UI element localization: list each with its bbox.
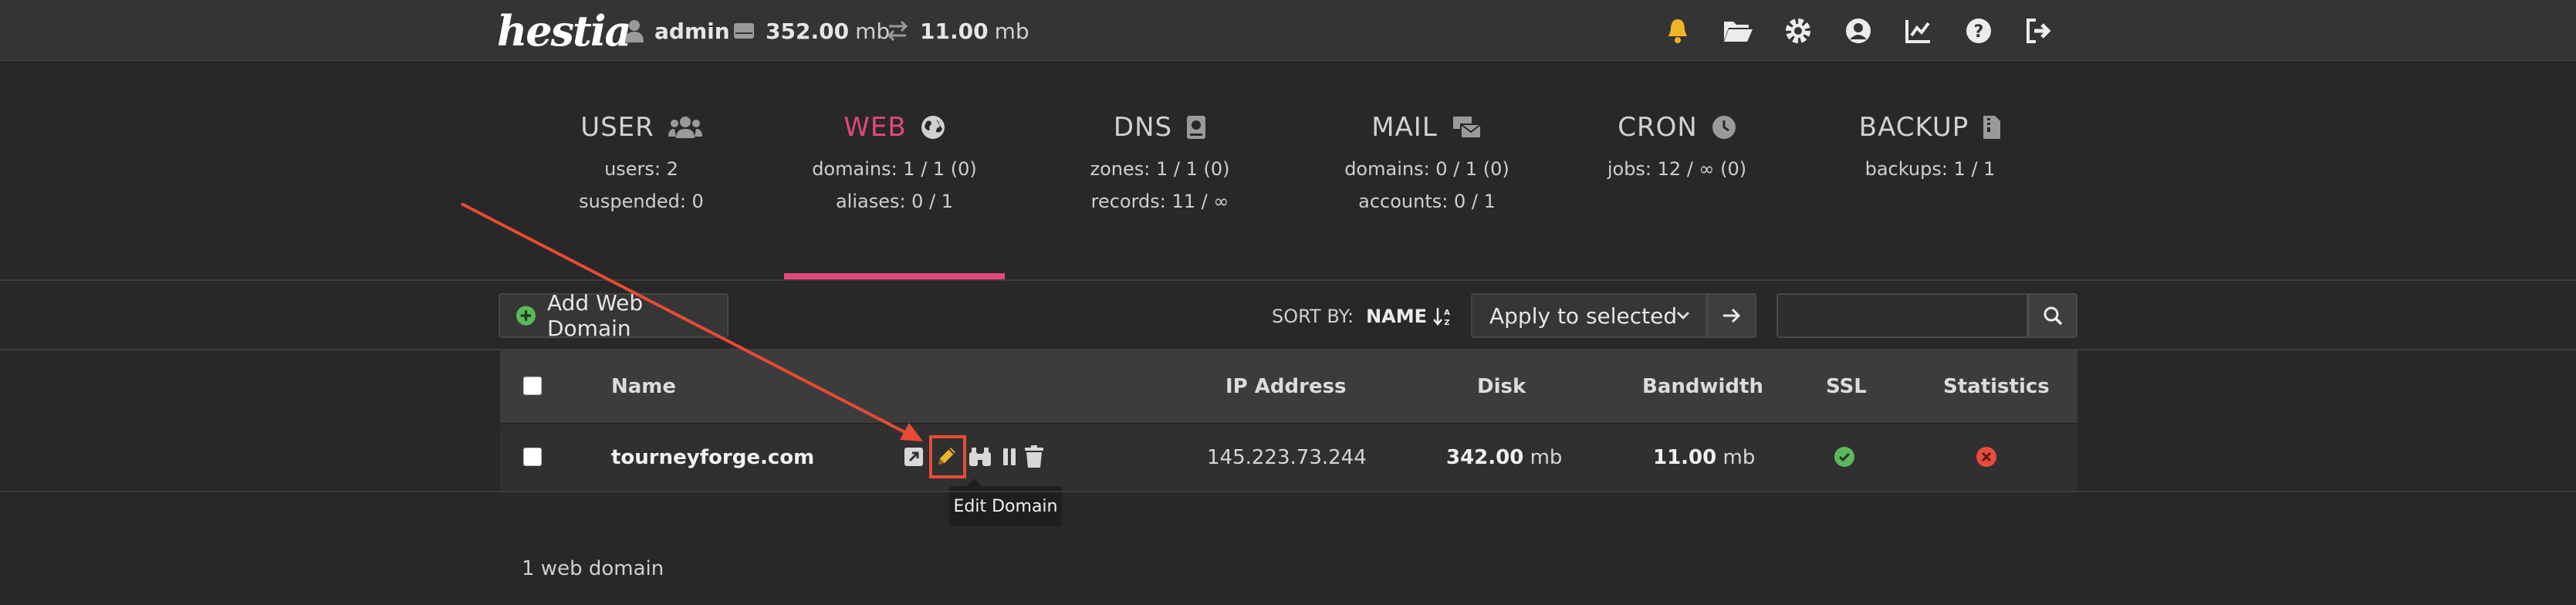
- sort-by-label: SORT BY:: [1272, 306, 1354, 327]
- folder-icon[interactable]: [1721, 14, 1755, 48]
- select-all-checkbox[interactable]: [523, 377, 542, 395]
- bandwidth-usage-unit: mb: [1722, 446, 1756, 469]
- tab-backup[interactable]: BACKUP backups: 1 / 1: [1818, 108, 2042, 181]
- column-ip-address[interactable]: IP Address: [1225, 375, 1347, 398]
- ip-address: 145.223.73.244: [1207, 446, 1367, 469]
- globe-icon: [921, 116, 945, 139]
- tab-dns-line-1: zones: 1 / 1 (0): [1090, 158, 1230, 180]
- user-stat[interactable]: admin: [625, 15, 736, 46]
- binoculars-icon[interactable]: [966, 441, 994, 472]
- mail-bulk-icon: [1452, 117, 1482, 139]
- statistics-disabled-icon: [1973, 441, 2000, 472]
- tab-mail[interactable]: MAIL domains: 0 / 1 (0) accounts: 0 / 1: [1315, 108, 1539, 213]
- bandwidth-stat: 11.00 mb: [886, 15, 1029, 46]
- tab-user-line-1: users: 2: [604, 158, 678, 180]
- sort-by[interactable]: SORT BY: NAME AZ: [1272, 302, 1452, 330]
- highlight-box: [929, 435, 966, 478]
- column-disk[interactable]: Disk: [1477, 375, 1526, 398]
- chevron-down-icon: [1676, 311, 1690, 320]
- bandwidth-usage-value: 11.00: [1653, 446, 1717, 469]
- tab-cron[interactable]: CRON jobs: 12 / ∞ (0): [1565, 108, 1789, 181]
- tab-web[interactable]: WEB domains: 1 / 1 (0) aliases: 0 / 1: [783, 108, 1006, 213]
- pause-icon[interactable]: [996, 441, 1023, 472]
- svg-text:Z: Z: [1444, 319, 1449, 326]
- divider: [0, 491, 2576, 492]
- tab-mail-line-1: domains: 0 / 1 (0): [1344, 158, 1509, 180]
- bulk-action-select[interactable]: Apply to selected: [1471, 293, 1707, 338]
- top-icons: ?: [1661, 14, 2082, 48]
- tab-dns-title: DNS: [1113, 112, 1173, 143]
- visit-site-icon[interactable]: [900, 441, 928, 472]
- apply-button[interactable]: [1707, 293, 1756, 338]
- tab-backup-line-1: backups: 1 / 1: [1864, 158, 1996, 180]
- table-row: tourneyforge.com 145.223.73.244 342.00 m…: [500, 423, 2077, 491]
- bell-icon[interactable]: [1661, 14, 1695, 48]
- table-header: Name IP Address Disk Bandwidth SSL Stati…: [500, 350, 2077, 423]
- tab-dns[interactable]: DNS zones: 1 / 1 (0) records: 11 / ∞: [1048, 108, 1272, 213]
- search-input[interactable]: [1776, 293, 2028, 338]
- clock-icon: [1712, 116, 1736, 139]
- user-icon: [625, 20, 644, 42]
- domain-count: 1 web domain: [522, 557, 664, 580]
- row-checkbox[interactable]: [523, 448, 542, 466]
- tab-web-title: WEB: [843, 112, 907, 143]
- svg-text:A: A: [1444, 309, 1450, 317]
- sort-field: NAME: [1366, 306, 1427, 327]
- hdd-icon: [734, 23, 754, 39]
- tab-web-line-1: domains: 1 / 1 (0): [812, 158, 977, 180]
- trash-icon[interactable]: [1020, 441, 1048, 472]
- sort-alpha-icon: AZ: [1433, 308, 1450, 326]
- logout-icon[interactable]: [2022, 14, 2056, 48]
- search-button[interactable]: [2028, 293, 2077, 338]
- transfer-icon: [887, 20, 908, 42]
- add-web-domain-label: Add Web Domain: [546, 290, 644, 341]
- tab-cron-title: CRON: [1618, 112, 1698, 143]
- tab-user[interactable]: USER users: 2 suspended: 0: [529, 108, 753, 213]
- file-zip-icon: [1983, 116, 2001, 139]
- bandwidth-usage: 11.00 mb: [1653, 446, 1755, 469]
- tab-user-line-2: suspended: 0: [579, 191, 704, 212]
- disk-usage: 342.00 mb: [1446, 446, 1562, 469]
- ssl-enabled-icon: [1831, 441, 1858, 472]
- bandwidth-unit: mb: [994, 18, 1029, 44]
- users-icon: [668, 117, 702, 138]
- arrow-right-icon: [1723, 308, 1741, 323]
- search-icon: [2044, 306, 2063, 326]
- tab-mail-line-2: accounts: 0 / 1: [1358, 191, 1496, 212]
- column-bandwidth[interactable]: Bandwidth: [1642, 375, 1763, 398]
- help-icon[interactable]: ?: [1962, 14, 1996, 48]
- user-circle-icon[interactable]: [1841, 14, 1875, 48]
- disk-value: 352.00: [766, 18, 850, 44]
- username: admin: [654, 18, 730, 44]
- tab-dns-line-2: records: 11 / ∞: [1090, 191, 1229, 212]
- tab-web-line-2: aliases: 0 / 1: [835, 191, 954, 212]
- bulk-action-label: Apply to selected: [1489, 302, 1678, 329]
- book-icon: [1187, 116, 1206, 139]
- disk-unit: mb: [855, 18, 891, 44]
- column-name[interactable]: Name: [611, 375, 676, 398]
- disk-usage-unit: mb: [1530, 446, 1563, 469]
- column-ssl: SSL: [1826, 375, 1867, 398]
- disk-usage-value: 342.00: [1446, 446, 1524, 469]
- tab-mail-title: MAIL: [1371, 112, 1438, 143]
- top-bar: hestia admin 352.00 mb 11.00 mb ?: [0, 0, 2576, 63]
- divider: [0, 279, 2576, 281]
- plus-circle-icon: [516, 306, 536, 326]
- tab-user-title: USER: [580, 112, 654, 143]
- bandwidth-value: 11.00: [920, 18, 989, 44]
- tab-cron-line-1: jobs: 12 / ∞ (0): [1607, 158, 1747, 180]
- column-statistics: Statistics: [1943, 375, 2050, 398]
- disk-stat: 352.00 mb: [733, 15, 890, 46]
- domain-name-link[interactable]: tourneyforge.com: [611, 446, 814, 469]
- tab-backup-title: BACKUP: [1858, 112, 1969, 143]
- active-tab-indicator: [784, 273, 1005, 279]
- svg-text:?: ?: [1974, 22, 1984, 42]
- chart-line-icon[interactable]: [1902, 14, 1935, 48]
- hestia-logo[interactable]: hestia: [497, 6, 631, 56]
- gear-icon[interactable]: [1781, 14, 1815, 48]
- add-web-domain-button[interactable]: Add Web Domain: [499, 290, 729, 341]
